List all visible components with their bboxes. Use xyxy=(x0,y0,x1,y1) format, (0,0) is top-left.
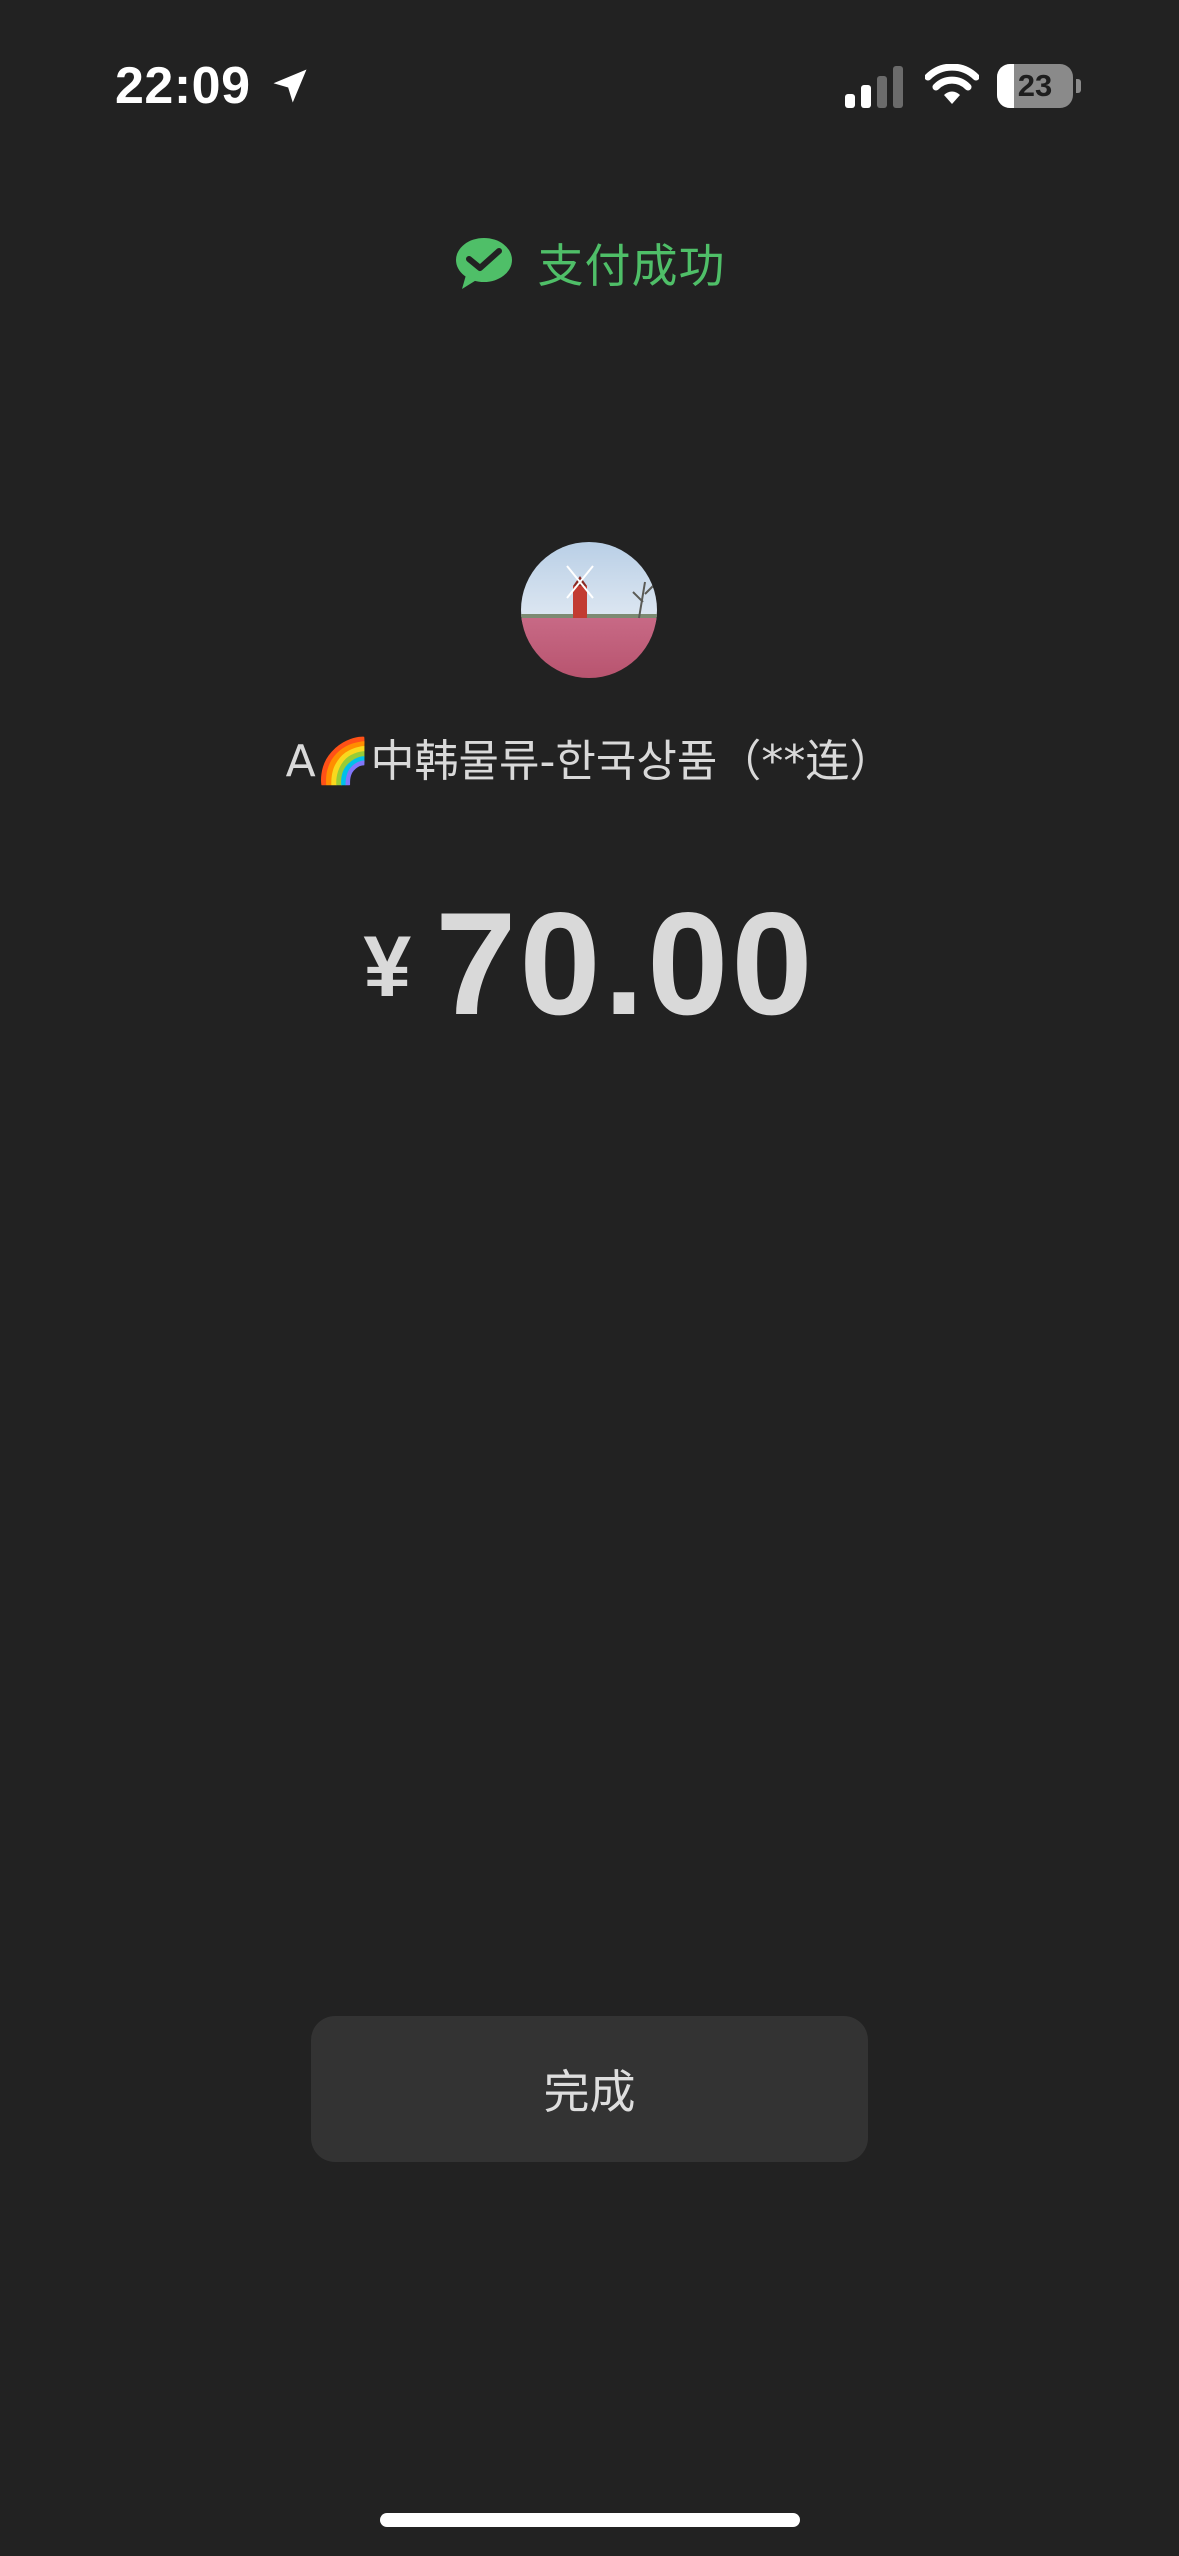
location-arrow-icon xyxy=(273,69,307,103)
payment-success-text: 支付成功 xyxy=(537,239,726,293)
payment-amount: ¥ 70.00 xyxy=(0,880,1179,1048)
status-bar: 22:09 23 xyxy=(0,0,1179,160)
wechat-pay-icon xyxy=(455,238,512,289)
status-time: 22:09 xyxy=(115,57,251,115)
windmill-photo-avatar xyxy=(521,542,657,678)
currency-symbol: ¥ xyxy=(363,919,412,1015)
home-indicator[interactable] xyxy=(380,2513,800,2527)
wifi-icon xyxy=(925,64,979,104)
cellular-signal-icon xyxy=(845,66,903,108)
battery-level: 23 xyxy=(1017,68,1053,103)
amount-value: 70.00 xyxy=(435,882,816,1045)
merchant-name: A🌈中韩물류-한국상품（**连） xyxy=(285,736,894,787)
battery-icon: 23 xyxy=(997,64,1081,108)
done-button[interactable]: 完成 xyxy=(311,2016,868,2162)
battery-cap xyxy=(1076,79,1081,93)
battery-body: 23 xyxy=(997,64,1073,108)
payment-success-header: 支付成功 xyxy=(0,226,1179,300)
merchant-avatar xyxy=(521,542,657,678)
payment-success-screen: 22:09 23 支付成功 A🌈中韩물류-한국상품（**连） ¥ 70.00 完… xyxy=(0,0,1179,2556)
